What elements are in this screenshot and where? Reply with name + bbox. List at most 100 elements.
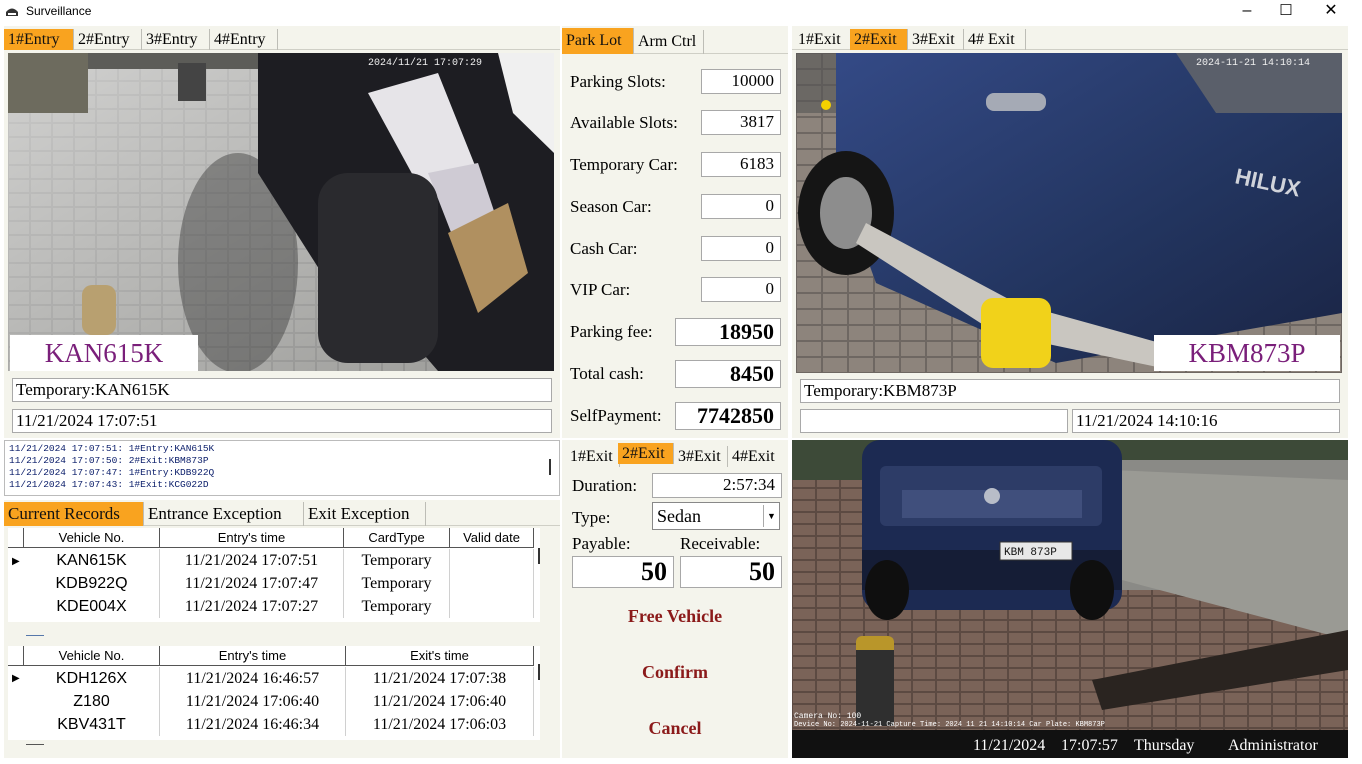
history-row-pointer-icon: ▶ (12, 673, 20, 684)
payment-tabs: 1#Exit 2#Exit 3#Exit 4#Exit (562, 440, 788, 468)
tab-entry-1[interactable]: 1#Entry (4, 29, 74, 50)
table-row[interactable]: Z180 (24, 690, 160, 713)
self-payment-value: 7742850 (675, 402, 781, 430)
entry-datetime-field: 11/21/2024 17:07:51 (12, 409, 552, 433)
col-vehicle[interactable]: Vehicle No. (24, 528, 160, 548)
table-cell[interactable]: Temporary (344, 595, 450, 618)
season-car-value: 0 (701, 194, 781, 219)
confirm-button[interactable]: Confirm (562, 662, 788, 683)
exit-camera-image: HILUX 2024-11-21 14:10:14 (796, 53, 1342, 373)
exit-extra-field (800, 409, 1068, 433)
tab-park-lot[interactable]: Park Lot (562, 28, 634, 54)
vip-car-value: 0 (701, 277, 781, 302)
total-cash-value: 8450 (675, 360, 781, 388)
available-slots-value: 3817 (701, 110, 781, 135)
parking-slots-value: 10000 (701, 69, 781, 94)
cash-car-label: Cash Car: (570, 239, 638, 258)
table-row[interactable]: KDB922Q (24, 572, 160, 595)
splitter[interactable] (26, 744, 44, 745)
duration-value: 2:57:34 (652, 473, 782, 498)
tab-exit-2[interactable]: 2#Exit (618, 443, 674, 464)
chevron-down-icon[interactable]: ▼ (763, 505, 779, 527)
current-row-pointer-icon: ▶ (12, 556, 20, 567)
table-cell[interactable]: 11/21/2024 17:06:40 (346, 690, 534, 713)
col-entry-time[interactable]: Entry's time (160, 646, 346, 666)
table-cell[interactable]: Temporary (344, 549, 450, 572)
table-cell[interactable]: 11/21/2024 16:46:34 (160, 713, 346, 736)
log-line: 11/21/2024 17:07:43: 1#Exit:KCG022D (9, 479, 209, 490)
status-time: 17:07:57 (1061, 737, 1118, 754)
tab-entrance-exception[interactable]: Entrance Exception (144, 502, 304, 526)
cam-info-text: Camera No: 100 (794, 712, 861, 721)
event-log[interactable]: 11/21/2024 17:07:51: 1#Entry:KAN615K 11/… (4, 440, 560, 496)
type-selected-value: Sedan (657, 506, 701, 526)
tab-arm-ctrl[interactable]: Arm Ctrl (634, 30, 704, 54)
tab-exit-exception[interactable]: Exit Exception (304, 502, 426, 526)
row-indicator-header (8, 646, 24, 666)
table-cell[interactable]: 11/21/2024 17:07:51 (160, 549, 344, 572)
table-cell[interactable]: 11/21/2024 17:07:38 (346, 667, 534, 690)
table-cell[interactable]: Temporary (344, 572, 450, 595)
maximize-button[interactable]: ☐ (1263, 0, 1309, 24)
entry-overlay-time: 2024/11/21 17:07:29 (368, 57, 482, 69)
col-entry-time[interactable]: Entry's time (160, 528, 344, 548)
col-card-type[interactable]: CardType (344, 528, 450, 548)
payable-label: Payable: (572, 534, 631, 553)
table-cell[interactable]: 11/21/2024 17:06:40 (160, 690, 346, 713)
entry-camera-view: 2024/11/21 17:07:29 KAN615K (8, 53, 554, 371)
total-cash-label: Total cash: (570, 364, 644, 383)
exit-info-field: Temporary:KBM873P (800, 379, 1340, 403)
cam-info-text-2: Device No: 2024-11-21 Capture Time: 2024… (794, 721, 1105, 729)
payable-value: 50 (572, 556, 674, 588)
history-records-table: Vehicle No. Entry's time Exit's time ▶ K… (8, 646, 540, 740)
exit-front-camera-view: KBM 873P Camera No: 100 Device No: 2024-… (792, 440, 1348, 758)
table-row[interactable]: KDH126X (24, 667, 160, 690)
exit-datetime-field: 11/21/2024 14:10:16 (1072, 409, 1340, 433)
available-slots-label: Available Slots: (570, 113, 678, 132)
col-vehicle[interactable]: Vehicle No. (24, 646, 160, 666)
tab-exit-4[interactable]: 4#Exit (728, 446, 784, 467)
tab-exit-1[interactable]: 1#Exit (566, 446, 620, 467)
table-cell[interactable] (450, 549, 534, 572)
table-cell[interactable] (450, 595, 534, 618)
table-cell[interactable]: 11/21/2024 17:06:03 (346, 713, 534, 736)
receivable-input[interactable]: 50 (680, 556, 782, 588)
log-scrollbar[interactable] (549, 459, 551, 475)
tab-exit-cam-1[interactable]: 1#Exit (794, 29, 852, 50)
type-label: Type: (572, 508, 611, 527)
entry-info-field: Temporary:KAN615K (12, 378, 552, 402)
front-plate-text: KBM 873P (1004, 547, 1057, 559)
title-bar: Surveillance – ☐ ✕ (0, 0, 1362, 24)
table-row[interactable]: KBV431T (24, 713, 160, 736)
table-cell[interactable]: 11/21/2024 17:07:47 (160, 572, 344, 595)
table-cell[interactable]: 11/21/2024 16:46:57 (160, 667, 346, 690)
table-row[interactable]: KDE004X (24, 595, 160, 618)
type-select[interactable]: Sedan ▼ (652, 502, 780, 530)
history-records-scrollbar[interactable] (538, 664, 540, 680)
col-valid-date[interactable]: Valid date (450, 528, 534, 548)
tab-current-records[interactable]: Current Records (4, 502, 144, 526)
table-row[interactable]: KAN615K (24, 549, 160, 572)
col-exit-time[interactable]: Exit's time (346, 646, 534, 666)
tab-entry-2[interactable]: 2#Entry (74, 29, 142, 50)
season-car-label: Season Car: (570, 197, 652, 216)
close-button[interactable]: ✕ (1308, 0, 1354, 24)
duration-label: Duration: (572, 476, 638, 495)
records-tabs: Current Records Entrance Exception Exit … (4, 500, 560, 526)
splitter[interactable] (26, 635, 44, 636)
current-records-scrollbar[interactable] (538, 548, 540, 564)
parking-fee-label: Parking fee: (570, 322, 653, 341)
cancel-button[interactable]: Cancel (562, 718, 788, 739)
log-line: 11/21/2024 17:07:50: 2#Exit:KBM873P (9, 455, 209, 466)
tab-exit-3[interactable]: 3#Exit (674, 446, 728, 467)
table-cell[interactable]: 11/21/2024 17:07:27 (160, 595, 344, 618)
tab-exit-cam-3[interactable]: 3#Exit (908, 29, 964, 50)
tab-entry-4[interactable]: 4#Entry (210, 29, 278, 50)
free-vehicle-button[interactable]: Free Vehicle (562, 606, 788, 627)
tab-exit-cam-4[interactable]: 4# Exit (964, 29, 1026, 50)
tab-entry-3[interactable]: 3#Entry (142, 29, 210, 50)
table-cell[interactable] (450, 572, 534, 595)
tab-exit-cam-2[interactable]: 2#Exit (850, 29, 908, 50)
cash-car-value: 0 (701, 236, 781, 261)
temporary-car-label: Temporary Car: (570, 155, 678, 174)
